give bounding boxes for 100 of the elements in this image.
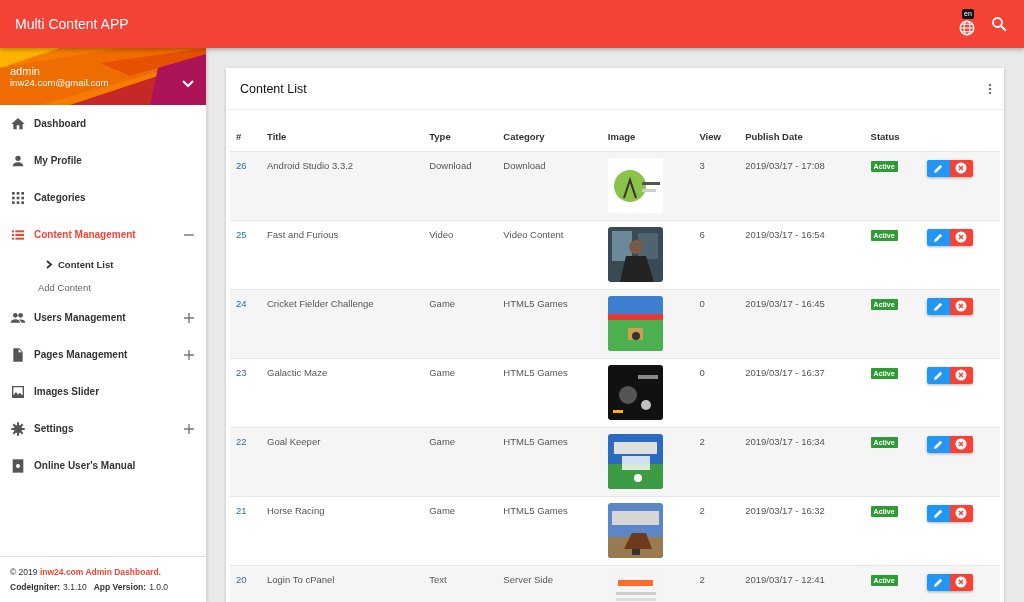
edit-button[interactable] bbox=[926, 297, 950, 315]
app-version: 1.0.0 bbox=[149, 582, 169, 592]
framework-label: CodeIgniter: bbox=[10, 582, 61, 592]
column-header: Type bbox=[423, 122, 498, 151]
table-cell: Server Side bbox=[503, 573, 553, 585]
table-cell: HTML5 Games bbox=[503, 504, 568, 516]
row-link[interactable]: 20 bbox=[236, 573, 247, 585]
table-cell: 0 bbox=[699, 297, 705, 309]
sidebar-item[interactable]: Images Slider bbox=[0, 373, 206, 410]
table-cell: Login To cPanel bbox=[267, 573, 335, 585]
grid-icon bbox=[10, 189, 26, 206]
row-link[interactable]: 21 bbox=[236, 504, 247, 516]
submenu-item[interactable]: Add Content bbox=[0, 276, 206, 299]
column-header: Category bbox=[497, 122, 602, 151]
table-cell: 2019/03/17 - 16:34 bbox=[745, 435, 825, 447]
delete-button[interactable] bbox=[949, 297, 973, 315]
row-link[interactable]: 23 bbox=[236, 366, 247, 378]
copyright-text: © 2019 inw24.com Admin Dashboard. bbox=[10, 567, 162, 577]
account-menu-button[interactable] bbox=[182, 79, 194, 88]
edit-button[interactable] bbox=[926, 366, 950, 384]
table-cell: Game bbox=[429, 435, 456, 447]
sidebar-item[interactable]: Content Management bbox=[0, 216, 206, 253]
edit-button[interactable] bbox=[926, 435, 950, 453]
chevron-down-icon bbox=[182, 79, 194, 88]
close-icon bbox=[955, 231, 968, 243]
row-link[interactable]: 24 bbox=[236, 297, 247, 309]
sidebar-item[interactable]: Settings bbox=[0, 410, 206, 447]
table-cell: 2 bbox=[699, 504, 705, 516]
table-cell: Game bbox=[429, 297, 456, 309]
search-icon bbox=[990, 15, 1008, 33]
column-header: Status bbox=[864, 122, 921, 151]
close-icon bbox=[955, 507, 968, 519]
table-cell: HTML5 Games bbox=[503, 366, 568, 378]
table-cell: Game bbox=[429, 366, 456, 378]
table-cell: 3 bbox=[699, 159, 705, 171]
delete-button[interactable] bbox=[949, 504, 973, 522]
table-cell: Download bbox=[503, 159, 546, 171]
close-icon bbox=[955, 438, 968, 450]
book-icon bbox=[10, 457, 26, 474]
table-cell: Horse Racing bbox=[267, 504, 325, 516]
delete-button[interactable] bbox=[949, 366, 973, 384]
pencil-icon bbox=[932, 507, 944, 519]
pencil-icon bbox=[932, 438, 944, 450]
table-cell: Galactic Maze bbox=[267, 366, 328, 378]
user-email: inw24.com@gmail.com bbox=[10, 77, 109, 88]
edit-button[interactable] bbox=[926, 504, 950, 522]
table-cell: Android Studio 3.3.2 bbox=[267, 159, 354, 171]
version-label: App Version: bbox=[93, 582, 147, 592]
user-name: admin bbox=[10, 65, 41, 77]
pencil-icon bbox=[932, 300, 944, 312]
chevron-right-icon bbox=[46, 260, 53, 269]
table-cell: 2019/03/17 - 16:54 bbox=[745, 228, 825, 240]
delete-button[interactable] bbox=[949, 573, 973, 591]
row-link[interactable]: 25 bbox=[236, 228, 247, 240]
card-title: Content List bbox=[240, 81, 307, 96]
sidebar-item[interactable]: My Profile bbox=[0, 142, 206, 179]
table-cell: Download bbox=[429, 159, 472, 171]
column-header: Title bbox=[261, 122, 424, 151]
edit-button[interactable] bbox=[926, 573, 950, 591]
table-cell: Goal Keeper bbox=[267, 435, 321, 447]
row-link[interactable]: 26 bbox=[236, 159, 247, 171]
close-icon bbox=[955, 576, 968, 588]
table-cell: Game bbox=[429, 504, 456, 516]
delete-button[interactable] bbox=[949, 435, 973, 453]
sidebar-item[interactable]: Categories bbox=[0, 179, 206, 216]
delete-button[interactable] bbox=[949, 159, 973, 177]
table-cell: 2 bbox=[699, 573, 705, 585]
sidebar-item[interactable]: Users Management bbox=[0, 299, 206, 336]
more-icon bbox=[988, 82, 992, 95]
table-cell: Video bbox=[429, 228, 454, 240]
delete-button[interactable] bbox=[949, 228, 973, 246]
table-cell: HTML5 Games bbox=[503, 297, 568, 309]
table-cell: 0 bbox=[699, 366, 705, 378]
edit-button[interactable] bbox=[926, 228, 950, 246]
globe-icon bbox=[958, 19, 976, 37]
sidebar-item[interactable]: Pages Management bbox=[0, 336, 206, 373]
pencil-icon bbox=[932, 369, 944, 381]
row-link[interactable]: 22 bbox=[236, 435, 247, 447]
gear-icon bbox=[10, 420, 26, 437]
pencil-icon bbox=[932, 576, 944, 588]
table-cell: 6 bbox=[699, 228, 705, 240]
sidebar-item[interactable]: Dashboard bbox=[0, 105, 206, 142]
table-cell: 2019/03/17 - 12:41 bbox=[745, 573, 825, 585]
table-cell: Video Content bbox=[503, 228, 564, 240]
edit-button[interactable] bbox=[926, 159, 950, 177]
table-cell: 2019/03/17 - 16:45 bbox=[745, 297, 825, 309]
app-title: Multi Content APP bbox=[15, 16, 129, 32]
submenu-item[interactable]: Content List bbox=[0, 253, 206, 276]
sidebar-item[interactable]: Online User's Manual bbox=[0, 447, 206, 484]
framework-version: 3.1.10 bbox=[63, 582, 87, 592]
table-cell: 2 bbox=[699, 435, 705, 447]
table-cell: Cricket Fielder Challenge bbox=[267, 297, 374, 309]
column-header: View bbox=[693, 122, 740, 151]
pencil-icon bbox=[932, 162, 944, 174]
table-cell: 2019/03/17 - 17:08 bbox=[745, 159, 825, 171]
close-icon bbox=[955, 369, 968, 381]
column-header: # bbox=[230, 122, 261, 151]
table-cell: HTML5 Games bbox=[503, 435, 568, 447]
close-icon bbox=[955, 300, 968, 312]
table-cell: 2019/03/17 - 16:32 bbox=[745, 504, 825, 516]
